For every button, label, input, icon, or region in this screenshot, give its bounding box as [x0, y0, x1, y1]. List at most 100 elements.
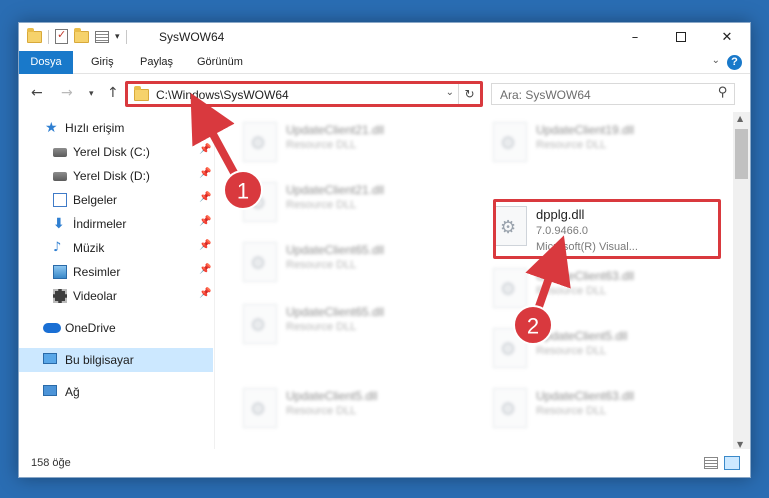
scroll-up-icon[interactable]: ▲	[737, 114, 743, 123]
document-icon	[53, 193, 67, 207]
sidebar-item-label: Belgeler	[73, 193, 118, 207]
download-icon: ⬇	[53, 216, 65, 232]
navigation-bar: ← → ▾ ↑ C:\Windows\SysWOW64 ⌄ ↻ Ara: Sys…	[19, 74, 750, 112]
tab-view[interactable]: Görünüm	[197, 51, 243, 74]
file-type: Resource DLL	[286, 139, 357, 151]
file-name: UpdateClient21.dll	[286, 123, 385, 137]
search-icon[interactable]: ⚲	[718, 85, 728, 100]
file-list: UpdateClient21.dll Resource DLL UpdateCl…	[231, 112, 731, 451]
sidebar-item-label: Resimler	[73, 265, 121, 279]
file-highlight	[493, 199, 721, 259]
file-type: Resource DLL	[286, 405, 357, 417]
file-type: Resource DLL	[536, 139, 607, 151]
pin-icon[interactable]: 📌	[199, 168, 211, 179]
pictures-icon	[53, 265, 67, 279]
disk-icon	[53, 172, 67, 181]
quick-access-toolbar: ▾	[27, 27, 127, 44]
cloud-icon	[43, 323, 61, 333]
folder-icon[interactable]	[27, 27, 42, 43]
navigation-pane: ★ Hızlı erişim Yerel Disk (C:) 📌 Yerel D…	[19, 112, 215, 451]
file-item[interactable]: UpdateClient19.dll Resource DLL	[481, 116, 701, 166]
file-explorer-window: ▾ SysWOW64 – ✕ Dosya Giriş Paylaş Görünü…	[18, 22, 751, 478]
file-item[interactable]: UpdateClient65.dll Resource DLL	[231, 298, 451, 348]
file-item[interactable]: UpdateClient63.dll Resource DLL	[481, 382, 701, 432]
pin-icon[interactable]: 📌	[199, 144, 211, 155]
scrollbar-thumb[interactable]	[735, 129, 748, 179]
music-icon: ♪	[53, 240, 62, 255]
pin-icon[interactable]: 📌	[199, 264, 211, 275]
file-name: UpdateClient63.dll	[536, 389, 635, 403]
sidebar-item-label: Hızlı erişim	[65, 121, 125, 135]
file-type: Resource DLL	[536, 285, 607, 297]
file-name: UpdateClient63.dll	[536, 269, 635, 283]
dll-file-icon	[243, 388, 277, 428]
sidebar-item-onedrive[interactable]: OneDrive	[19, 316, 213, 340]
file-name: UpdateClient21.dll	[286, 183, 385, 197]
file-type: Resource DLL	[536, 405, 607, 417]
sidebar-item-network[interactable]: Ağ	[19, 380, 213, 404]
sidebar-item-downloads[interactable]: ⬇ İndirmeler 📌	[19, 212, 213, 236]
file-type: Resource DLL	[286, 199, 357, 211]
toolbar-divider	[125, 29, 127, 44]
pin-icon[interactable]: 📌	[199, 192, 211, 203]
disk-icon	[53, 148, 67, 157]
status-bar: 158 öğe	[19, 449, 750, 477]
recent-locations-chevron-icon[interactable]: ▾	[89, 89, 94, 99]
maximize-icon	[676, 32, 686, 42]
sidebar-item-local-disk-d[interactable]: Yerel Disk (D:) 📌	[19, 164, 213, 188]
sidebar-item-documents[interactable]: Belgeler 📌	[19, 188, 213, 212]
sidebar-item-videos[interactable]: Videolar 📌	[19, 284, 213, 308]
back-arrow-icon[interactable]: ←	[31, 85, 43, 101]
sidebar-item-music[interactable]: ♪ Müzik 📌	[19, 236, 213, 260]
file-item[interactable]: UpdateClient5.dll Resource DLL	[231, 382, 451, 432]
file-item[interactable]: UpdateClient21.dll Resource DLL	[231, 116, 451, 166]
forward-arrow-icon[interactable]: →	[61, 85, 73, 101]
sidebar-item-label: Bu bilgisayar	[65, 353, 134, 367]
tab-share[interactable]: Paylaş	[140, 51, 173, 74]
pin-icon[interactable]: 📌	[199, 240, 211, 251]
sidebar-item-this-pc[interactable]: Bu bilgisayar	[19, 348, 213, 372]
file-name: UpdateClient65.dll	[286, 243, 385, 257]
pin-icon[interactable]: 📌	[199, 288, 211, 299]
file-type: Resource DLL	[536, 345, 607, 357]
help-icon[interactable]: ?	[727, 55, 742, 70]
address-bar-highlight	[125, 81, 483, 107]
customize-toolbar-chevron-icon[interactable]: ▾	[115, 32, 120, 42]
scroll-down-icon[interactable]: ▼	[737, 440, 743, 449]
search-placeholder: Ara: SysWOW64	[500, 88, 591, 102]
dll-file-icon	[243, 304, 277, 344]
vertical-scrollbar[interactable]: ▲ ▼	[733, 112, 750, 451]
network-icon	[43, 385, 57, 396]
sidebar-item-label: İndirmeler	[73, 217, 127, 231]
large-icons-view-icon[interactable]	[724, 456, 740, 470]
sidebar-item-pictures[interactable]: Resimler 📌	[19, 260, 213, 284]
window-title: SysWOW64	[159, 30, 225, 44]
file-name: UpdateClient19.dll	[536, 123, 635, 137]
file-type: Resource DLL	[286, 259, 357, 271]
file-item[interactable]: UpdateClient65.dll Resource DLL	[231, 236, 451, 286]
file-name: UpdateClient5.dll	[286, 389, 378, 403]
maximize-button[interactable]	[658, 23, 704, 51]
videos-icon	[53, 289, 67, 303]
ribbon-tabs: Dosya Giriş Paylaş Görünüm ⌄ ?	[19, 51, 750, 101]
computer-icon	[43, 353, 57, 364]
file-item[interactable]: UpdateClient21.dll Resource DLL	[231, 176, 451, 226]
properties-icon[interactable]	[55, 28, 68, 44]
search-input[interactable]: Ara: SysWOW64 ⚲	[491, 83, 735, 105]
item-count: 158 öğe	[31, 457, 71, 469]
view-icon[interactable]	[95, 30, 109, 43]
sidebar-item-quick-access[interactable]: ★ Hızlı erişim	[19, 116, 213, 140]
sidebar-item-local-disk-c[interactable]: Yerel Disk (C:) 📌	[19, 140, 213, 164]
new-folder-icon[interactable]	[74, 27, 89, 43]
pin-icon[interactable]: 📌	[199, 216, 211, 227]
expand-ribbon-chevron-icon[interactable]: ⌄	[712, 55, 720, 66]
tab-home[interactable]: Giriş	[91, 51, 114, 74]
up-arrow-icon[interactable]: ↑	[107, 85, 119, 101]
details-view-icon[interactable]	[704, 457, 718, 469]
file-name: UpdateClient5.dll	[536, 329, 628, 343]
file-item[interactable]: UpdateClient63.dll Resource DLL	[481, 262, 701, 312]
minimize-button[interactable]: –	[612, 23, 658, 51]
close-button[interactable]: ✕	[704, 23, 750, 51]
sidebar-item-label: Ağ	[65, 385, 80, 399]
file-item[interactable]: UpdateClient5.dll Resource DLL	[481, 322, 701, 372]
